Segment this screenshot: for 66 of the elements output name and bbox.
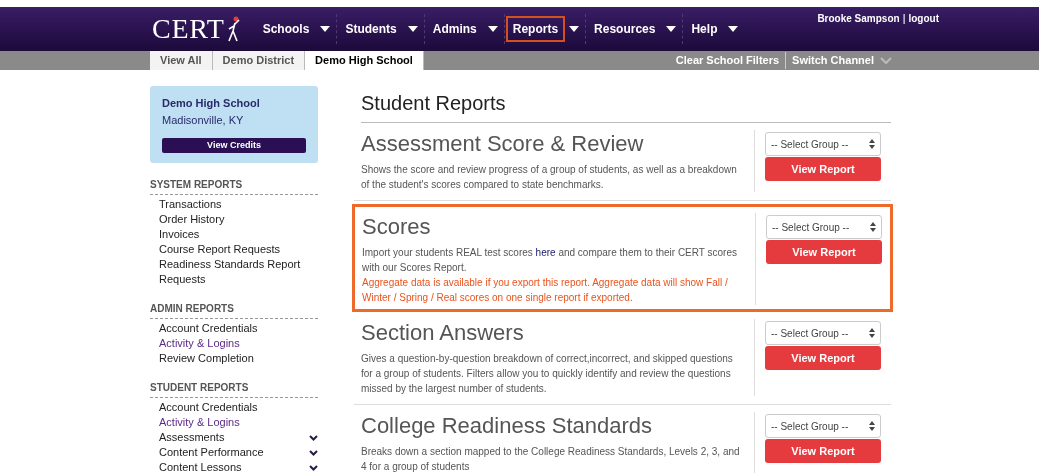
sidebar-link[interactable]: Account Credentials xyxy=(159,320,264,336)
report-title: Assessment Score & Review xyxy=(361,130,645,158)
report-description: Import your students REAL test scores here and compare them to their CERT scores with our Scores Report. xyxy=(362,246,738,275)
sidebar-link[interactable]: Account Credentials xyxy=(159,399,264,415)
view-report-button[interactable]: View Report xyxy=(766,240,882,265)
nav-menu-item[interactable]: Help xyxy=(686,18,723,40)
group-select[interactable]: -- Select Group -- xyxy=(765,414,881,438)
sidebar-link[interactable]: Assessments xyxy=(159,429,231,445)
sidebar-section-heading: ADMIN REPORTS xyxy=(150,300,318,319)
nav-menu-item[interactable]: Admins xyxy=(427,18,482,40)
view-report-button[interactable]: View Report xyxy=(765,346,881,371)
chevron-down-icon[interactable] xyxy=(309,434,318,441)
report-description: Shows the score and review progress of a group of students, as well as a breakdown of the student's scores compared to state benchmarks. xyxy=(361,163,738,192)
logout-link[interactable]: logout xyxy=(908,11,939,26)
school-location: Madisonville, KY xyxy=(162,112,245,128)
school-name: Demo High School xyxy=(162,96,261,111)
caret-icon xyxy=(407,26,418,32)
here-link[interactable]: here xyxy=(535,247,556,258)
group-select[interactable]: -- Select Group -- xyxy=(765,132,881,156)
sort-arrows-icon xyxy=(869,139,875,149)
user-name[interactable]: Brooke Sampson xyxy=(817,11,900,26)
nav-menu-item[interactable]: Students xyxy=(340,18,402,40)
report-title: College Readiness Standards xyxy=(361,412,654,440)
sidebar-link[interactable]: Activity & Logins xyxy=(159,335,246,351)
caret-icon xyxy=(487,26,498,32)
view-report-button[interactable]: View Report xyxy=(765,439,881,464)
breadcrumb-item[interactable]: Demo High School xyxy=(305,51,424,70)
report-title: Section Answers xyxy=(361,319,525,347)
sidebar-link[interactable]: Content Lessons xyxy=(159,459,248,473)
view-credits-button[interactable]: View Credits xyxy=(162,138,306,153)
sort-arrows-icon xyxy=(869,421,875,431)
logo-text[interactable]: CERT xyxy=(152,8,225,50)
report-title: Scores xyxy=(362,213,432,241)
aggregate-note: Aggregate data is available if you export this report. Aggregate data will show Fall / Winter / Spring / Real scores on one single report if exported. xyxy=(362,276,729,305)
chevron-down-icon xyxy=(880,57,892,64)
figure-icon xyxy=(226,16,241,42)
sort-arrows-icon xyxy=(869,328,875,338)
sidebar-link[interactable]: Course Report Requests xyxy=(159,241,287,257)
group-select[interactable]: -- Select Group -- xyxy=(765,321,881,345)
report-description: Breaks down a section mapped to the College Readiness Standards, Levels 2, 3, and 4 for a group of students xyxy=(361,445,741,473)
breadcrumb-item[interactable]: View All xyxy=(150,51,213,70)
group-select[interactable]: -- Select Group -- xyxy=(766,215,882,239)
chevron-down-icon[interactable] xyxy=(309,449,318,456)
nav-menu-item[interactable]: Schools xyxy=(257,18,315,40)
report-description: Gives a question-by-question breakdown of correct,incorrect, and skipped questions for a group of students. Filters allow you to quickly identify and review the questions missed by the largest number of students. xyxy=(361,352,734,396)
sidebar-link[interactable]: Review Completion xyxy=(159,350,260,366)
caret-icon xyxy=(666,26,677,32)
breadcrumb-item[interactable]: Demo District xyxy=(212,51,306,70)
sidebar-section-heading: SYSTEM REPORTS xyxy=(150,176,318,195)
caret-icon xyxy=(728,26,739,32)
separator: | xyxy=(902,12,906,26)
nav-menu-item[interactable]: Resources xyxy=(589,18,661,40)
sidebar-link[interactable]: Order History xyxy=(159,211,231,227)
sidebar-link[interactable]: Invoices xyxy=(159,226,206,242)
sidebar-link[interactable]: Transactions xyxy=(159,196,228,212)
caret-icon xyxy=(569,26,580,32)
chevron-down-icon[interactable] xyxy=(309,464,318,471)
sidebar-section-heading: STUDENT REPORTS xyxy=(150,379,318,398)
view-report-button[interactable]: View Report xyxy=(765,157,881,182)
sidebar-link[interactable]: Readiness Standards Report Requests xyxy=(159,256,318,287)
sort-arrows-icon xyxy=(870,222,876,232)
sidebar-link[interactable]: Activity & Logins xyxy=(159,414,246,430)
page-title: Student Reports xyxy=(361,88,891,123)
nav-menu-item[interactable]: Reports xyxy=(507,18,564,40)
caret-icon xyxy=(320,26,331,32)
sidebar-link[interactable]: Content Performance xyxy=(159,444,270,460)
